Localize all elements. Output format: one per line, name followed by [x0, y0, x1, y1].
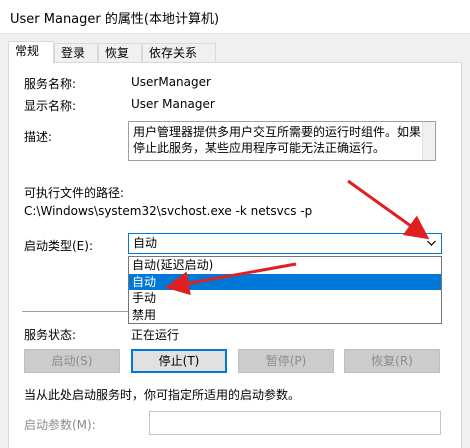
exe-path-label: 可执行文件的路径:: [24, 186, 125, 200]
startup-type-value: 自动: [133, 236, 158, 250]
startup-type-select[interactable]: 自动: [128, 233, 442, 254]
exe-path-value[interactable]: C:\Windows\system32\svchost.exe -k netsv…: [24, 204, 312, 218]
resume-button[interactable]: 恢复(R): [344, 349, 440, 373]
option-auto[interactable]: 自动: [129, 273, 441, 290]
startup-type-dropdown: 自动(延迟启动) 自动 手动 禁用: [128, 256, 442, 324]
tab-recovery[interactable]: 恢复: [98, 43, 142, 63]
tab-dependencies[interactable]: 依存关系: [142, 43, 216, 63]
tab-strip: 常规 登录 恢复 依存关系: [8, 41, 462, 64]
title-bar: User Manager 的属性(本地计算机): [0, 0, 470, 34]
service-status-value: 正在运行: [131, 328, 180, 342]
stop-button[interactable]: 停止(T): [131, 349, 227, 373]
display-name-label: 显示名称:: [24, 99, 77, 113]
chevron-down-icon: [427, 240, 436, 246]
service-name-value[interactable]: UserManager: [131, 75, 211, 89]
start-button[interactable]: 启动(S): [24, 349, 120, 373]
display-name-value[interactable]: User Manager: [131, 97, 215, 111]
option-disabled[interactable]: 禁用: [129, 307, 441, 324]
option-manual[interactable]: 手动: [129, 290, 441, 307]
service-name-label: 服务名称:: [24, 77, 77, 91]
start-params-label: 启动参数(M):: [24, 418, 96, 432]
start-params-input[interactable]: [149, 411, 441, 435]
start-params-hint: 当从此处启动服务时，你可指定所适用的启动参数。: [24, 388, 301, 402]
startup-type-label: 启动类型(E):: [24, 239, 93, 253]
description-box[interactable]: 用户管理器提供多用户交互所需要的运行时组件。如果 停止此服务，某些应用程序可能无…: [128, 121, 436, 161]
window-title: User Manager 的属性(本地计算机): [10, 12, 220, 27]
service-status-label: 服务状态:: [24, 328, 77, 342]
description-label: 描述:: [24, 130, 53, 144]
pause-button[interactable]: 暂停(P): [238, 349, 334, 373]
description-line-2: 停止此服务，某些应用程序可能无法正确运行。: [133, 141, 386, 155]
description-line-1: 用户管理器提供多用户交互所需要的运行时组件。如果: [133, 125, 422, 139]
tab-general[interactable]: 常规: [8, 41, 54, 64]
description-scrollbar[interactable]: [422, 122, 435, 160]
tab-logon[interactable]: 登录: [54, 43, 98, 63]
option-auto-delayed[interactable]: 自动(延迟启动): [129, 257, 441, 274]
